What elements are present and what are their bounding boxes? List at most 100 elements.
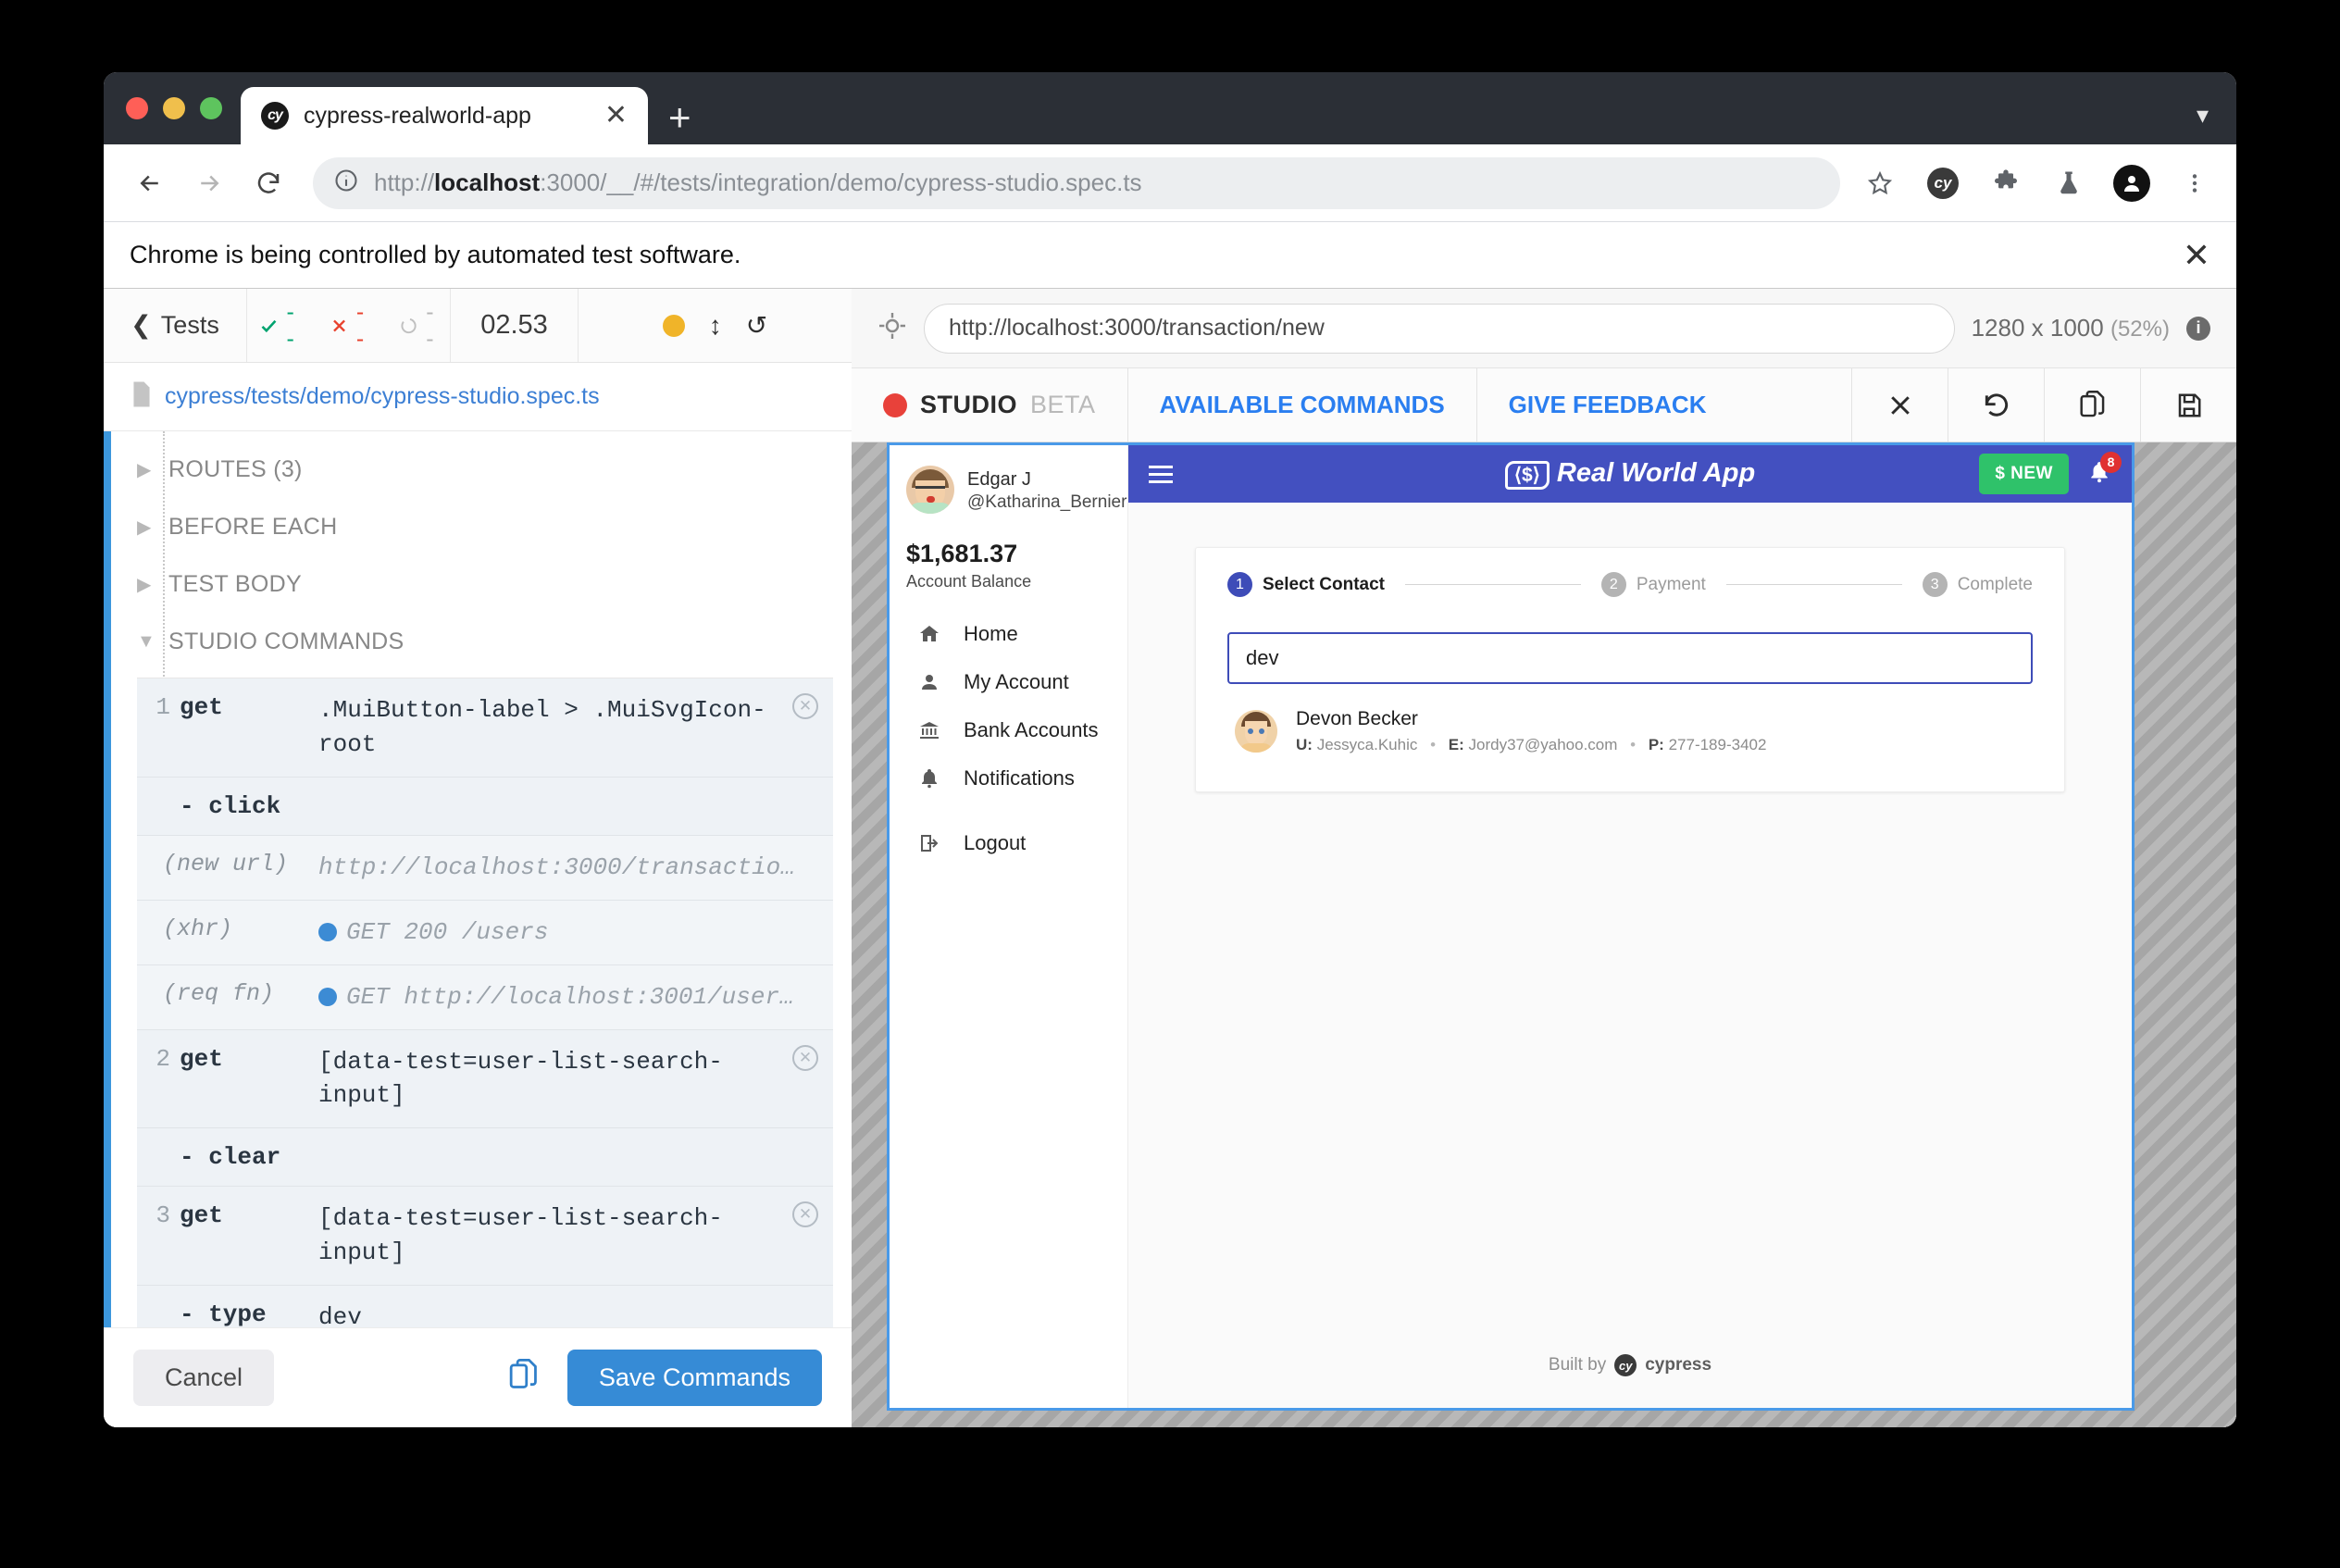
notifications-bell-icon[interactable]: 8 [2087, 451, 2122, 489]
user-list-search-input[interactable]: dev [1227, 632, 2033, 684]
log-row[interactable]: (new url) http://localhost:3000/transact… [137, 835, 833, 901]
sidebar-item-logout[interactable]: Logout [890, 819, 1127, 867]
window-minimize-button[interactable] [163, 97, 185, 119]
window-zoom-button[interactable] [200, 97, 222, 119]
command-row[interactable]: - clear [137, 1128, 833, 1188]
remove-command-icon[interactable]: ✕ [792, 1044, 818, 1071]
step-payment[interactable]: 2 Payment [1600, 572, 1706, 597]
command-row[interactable]: 2 get [data-test=user-list-search-input]… [137, 1029, 833, 1129]
cancel-button[interactable]: Cancel [133, 1350, 275, 1406]
step-label: Select Contact [1263, 574, 1385, 594]
command-row[interactable]: - type dev [137, 1286, 833, 1327]
balance-amount: $1,681.37 [906, 540, 1018, 567]
group-routes[interactable]: ▶ ROUTES (3) [111, 441, 852, 498]
new-tab-button[interactable]: + [668, 98, 691, 137]
reporter-controls: ↕ ↺ [579, 289, 852, 362]
sidebar-item-notifications[interactable]: Notifications [890, 754, 1127, 803]
group-studio-commands[interactable]: ▼ STUDIO COMMANDS [111, 613, 852, 670]
sidebar-item-label: Notifications [964, 766, 1075, 790]
cypress-extension-icon[interactable]: cy [1922, 162, 1964, 205]
command-row[interactable]: 3 get [data-test=user-list-search-input]… [137, 1187, 833, 1287]
reporter-header: ❮ Tests -- -- -- 02.53 ↕ ↺ [104, 289, 852, 363]
extensions-puzzle-icon[interactable] [1985, 162, 2027, 205]
site-info-icon[interactable] [333, 168, 359, 198]
step-connector [1725, 584, 1902, 585]
labs-flask-icon[interactable] [2048, 162, 2090, 205]
command-row[interactable]: 1 get .MuiButton-label > .MuiSvgIcon-roo… [137, 678, 833, 778]
aut-panel: http://localhost:3000/transaction/new 12… [852, 289, 2236, 1427]
profile-avatar-icon[interactable] [2110, 162, 2153, 205]
restart-tests-icon[interactable]: ↺ [746, 310, 767, 341]
stat-pending-value: -- [426, 298, 434, 352]
log-value: GET http://localhost:3001/user… [318, 965, 833, 1029]
back-icon[interactable] [124, 157, 176, 209]
contact-avatar-icon [1235, 710, 1277, 753]
step-number: 2 [1600, 572, 1626, 597]
step-select-contact[interactable]: 1 Select Contact [1227, 572, 1385, 597]
address-bar[interactable]: http://localhost:3000/__/#/tests/integra… [313, 156, 1840, 209]
hamburger-menu-icon[interactable] [1149, 465, 1173, 483]
group-before-each[interactable]: ▶ BEFORE EACH [111, 498, 852, 555]
xhr-status-dot-icon [318, 988, 337, 1007]
window-close-button[interactable] [126, 97, 148, 119]
group-test-body-label: TEST BODY [168, 570, 302, 597]
log-value: http://localhost:3000/transactio… [318, 852, 795, 881]
copy-commands-icon[interactable] [508, 1359, 540, 1397]
aut-url-input[interactable]: http://localhost:3000/transaction/new [924, 303, 1955, 354]
command-row[interactable]: - click [137, 777, 833, 836]
command-arg: [data-test=user-list-search-input] [318, 1047, 723, 1110]
restart-studio-icon[interactable] [1948, 368, 2044, 442]
remove-command-icon[interactable]: ✕ [792, 693, 818, 719]
new-transaction-button[interactable]: $ NEW [1979, 454, 2069, 494]
available-commands-link[interactable]: AVAILABLE COMMANDS [1128, 368, 1477, 442]
bookmark-star-icon[interactable] [1859, 162, 1901, 205]
contact-username: Jessyca.Kuhic [1316, 736, 1418, 753]
sidebar-item-home[interactable]: Home [890, 610, 1127, 658]
toolbar-actions: cy [1859, 162, 2216, 205]
automation-banner-close-icon[interactable]: ✕ [2183, 238, 2210, 272]
browser-tabstrip: cy cypress-realworld-app ✕ + ▾ [104, 72, 2236, 144]
caret-right-icon: ▶ [137, 574, 152, 595]
app-footer: Built by cy cypress [1549, 1336, 1711, 1408]
sidebar-item-bank-accounts[interactable]: Bank Accounts [890, 706, 1127, 754]
command-number [137, 778, 180, 835]
sidebar-user[interactable]: Edgar J @Katharina_Bernier [890, 466, 1127, 514]
log-row[interactable]: (xhr) GET 200 /users [137, 900, 833, 965]
reporter-timer: 02.53 [451, 289, 579, 362]
close-studio-icon[interactable] [1851, 368, 1948, 442]
browser-menu-icon[interactable] [2173, 162, 2216, 205]
rwa-logo-icon: ⟨$⟩ [1504, 461, 1550, 490]
command-arg [318, 778, 833, 835]
app-header-actions: $ NEW 8 [1979, 451, 2122, 494]
notification-count-badge: 8 [2100, 451, 2122, 473]
browser-tab[interactable]: cy cypress-realworld-app ✕ [241, 87, 648, 144]
tab-list-chevron-down-icon[interactable]: ▾ [2197, 101, 2209, 130]
copy-commands-icon[interactable] [2044, 368, 2140, 442]
step-label: Complete [1957, 574, 2034, 594]
back-to-tests-button[interactable]: ❮ Tests [104, 289, 247, 362]
caret-right-icon: ▶ [137, 516, 152, 538]
command-name: get [180, 693, 223, 721]
viewport-info-icon[interactable]: i [2186, 316, 2210, 341]
forward-icon[interactable] [183, 157, 235, 209]
group-test-body[interactable]: ▶ TEST BODY [111, 555, 852, 613]
contact-list-item[interactable]: Devon Becker U: Jessyca.Kuhic • E: Jordy… [1227, 684, 2033, 760]
give-feedback-link[interactable]: GIVE FEEDBACK [1477, 368, 1738, 442]
log-type: (xhr) [163, 915, 233, 942]
back-to-tests-label: Tests [160, 311, 219, 339]
tab-close-icon[interactable]: ✕ [604, 102, 628, 130]
contact-email: Jordy37@yahoo.com [1468, 736, 1618, 753]
save-commands-button[interactable]: Save Commands [566, 1350, 822, 1406]
step-complete[interactable]: 3 Complete [1922, 572, 2034, 597]
sidebar-item-my-account[interactable]: My Account [890, 658, 1127, 706]
spec-path-row: cypress/tests/demo/cypress-studio.spec.t… [104, 363, 852, 431]
address-bar-url: http://localhost:3000/__/#/tests/integra… [374, 168, 1142, 196]
next-step-icon[interactable]: ↕ [709, 311, 722, 341]
command-name: - click [180, 791, 281, 820]
selector-playground-icon[interactable] [878, 311, 907, 345]
browser-window: cy cypress-realworld-app ✕ + ▾ http://lo… [104, 72, 2236, 1427]
log-row[interactable]: (req fn) GET http://localhost:3001/user… [137, 964, 833, 1030]
reload-icon[interactable] [243, 157, 294, 209]
spec-path-link[interactable]: cypress/tests/demo/cypress-studio.spec.t… [165, 383, 600, 410]
save-commands-icon[interactable] [2140, 368, 2236, 442]
